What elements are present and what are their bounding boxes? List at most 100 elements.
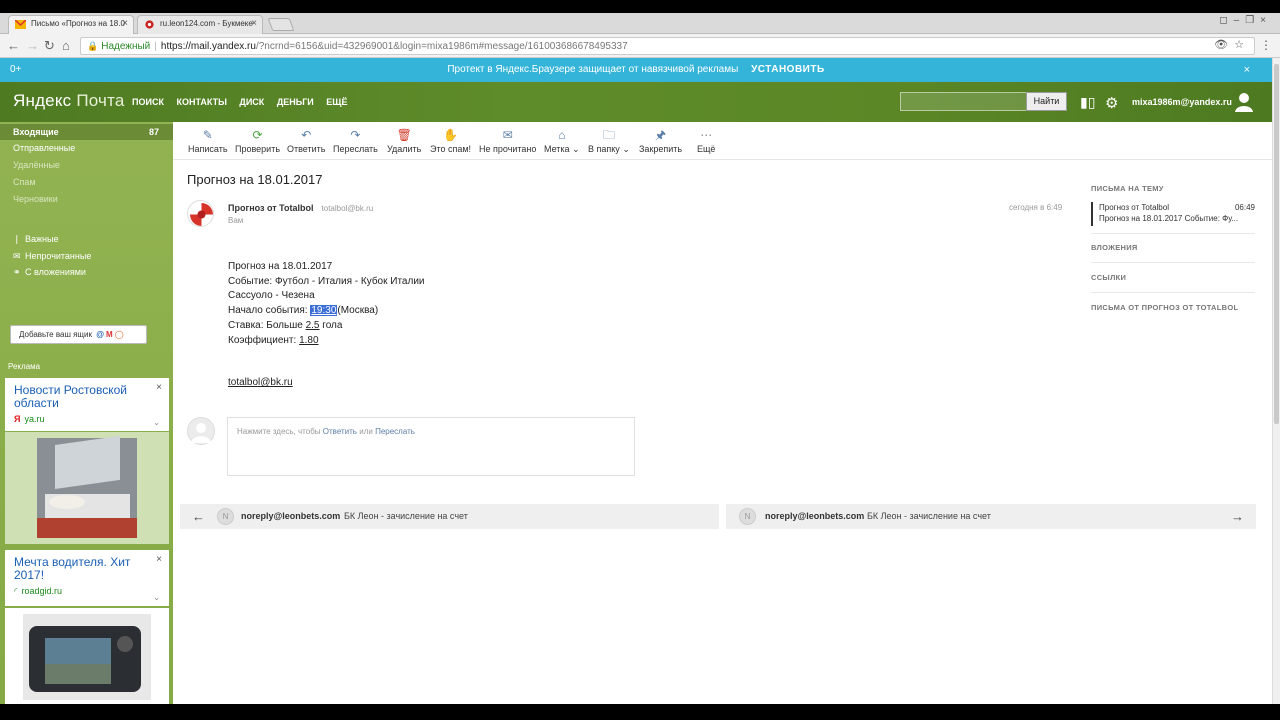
nav-disk[interactable]: ДИСК: [239, 97, 264, 107]
gear-icon[interactable]: ⚙: [1105, 94, 1118, 112]
tab-leon[interactable]: ru.leon124.com - Букмеке ×: [137, 15, 263, 34]
close-icon[interactable]: ×: [156, 554, 162, 565]
tab-yandex-mail[interactable]: Письмо «Прогноз на 18.0 ×: [8, 15, 134, 34]
back-icon[interactable]: ←: [7, 38, 20, 53]
divider: [1091, 292, 1255, 293]
nav-contacts[interactable]: КОНТАКТЫ: [176, 97, 226, 107]
add-mailbox-button[interactable]: Добавьте ваш ящик @ M ◯: [10, 325, 147, 344]
close-icon[interactable]: ×: [156, 382, 162, 393]
filter-attachments[interactable]: ⚭ С вложениями: [13, 267, 86, 278]
reload-icon[interactable]: ↻: [44, 38, 55, 54]
email-link[interactable]: totalbol@bk.ru: [228, 377, 293, 388]
folder-spam[interactable]: Спам: [13, 177, 36, 187]
bookmark-star-icon[interactable]: 👁☆: [1214, 38, 1250, 51]
address-bar: ← → ↻ ⌂ 🔒 Надежный | https://mail.yandex.ru…: [0, 34, 1280, 58]
folder-drafts[interactable]: Черновики: [13, 194, 58, 204]
thread-item[interactable]: Прогноз от Totalbol 06:49 Прогноз на 18.…: [1091, 202, 1255, 226]
nav-search[interactable]: ПОИСК: [132, 97, 164, 107]
sender-logo-icon: N: [739, 508, 756, 525]
user-login[interactable]: mixa1986m@yandex.ru: [1132, 97, 1232, 107]
message-view: ✎ Написать ⟳ Проверить ↶ Ответить ↷ Переслат…: [173, 122, 1272, 704]
links-header[interactable]: ССЫЛКИ: [1091, 273, 1126, 282]
prev-message-bar[interactable]: ← N noreply@leonbets.com БК Леон - зачис…: [180, 504, 719, 529]
delete-button[interactable]: 🗑 Удалить: [387, 128, 421, 154]
chevron-down-icon[interactable]: ⌄: [153, 418, 160, 427]
user-avatar-icon[interactable]: [1234, 91, 1254, 113]
ad-title[interactable]: Новости Ростовской области: [14, 384, 160, 410]
nav-more[interactable]: ЕЩЁ: [326, 97, 347, 107]
user-silhouette-icon: [191, 423, 211, 443]
home-icon[interactable]: ⌂: [62, 38, 70, 53]
mail-header: Яндекс Почта ПОИСК КОНТАКТЫ ДИСК ДЕНЬГИ …: [0, 82, 1272, 122]
ad-image[interactable]: [5, 608, 169, 704]
url-field[interactable]: 🔒 Надежный | https://mail.yandex.ru/?ncrnd=…: [80, 37, 1255, 55]
reply-icon: ↶: [301, 128, 312, 142]
from-sender-header[interactable]: ПИСЬМА ОТ ПРОГНОЗ ОТ TOTALBOL: [1091, 303, 1238, 312]
search-input[interactable]: [900, 92, 1027, 111]
hand-icon: ✋: [443, 128, 458, 142]
divider: [1091, 262, 1255, 263]
sender-avatar[interactable]: [187, 200, 214, 227]
quick-reply-box[interactable]: Нажмите здесь, чтобы Ответить или Пересл…: [227, 417, 635, 476]
reply-link[interactable]: Ответить: [323, 427, 357, 436]
logo[interactable]: Яндекс Почта: [13, 91, 125, 111]
mailru-icon: ◯: [114, 330, 124, 339]
scroll-thumb[interactable]: [1274, 64, 1279, 424]
forward-icon[interactable]: →: [26, 38, 39, 53]
flag-icon: ❘: [13, 234, 21, 244]
chevron-down-icon: ⌄: [572, 144, 580, 154]
yandex-icon: Я: [14, 414, 21, 424]
attachments-header[interactable]: ВЛОЖЕНИЯ: [1091, 243, 1138, 252]
close-tab-icon[interactable]: ×: [122, 18, 128, 29]
new-tab-button[interactable]: [267, 18, 295, 31]
ball-favicon-icon: [145, 20, 154, 29]
ad-card[interactable]: Мечта водителя. Хит 2017! ◜ roadgid.ru × …: [5, 550, 169, 606]
find-button[interactable]: Найти: [1026, 92, 1067, 111]
ad-card[interactable]: Новости Ростовской области Яya.ru × ⌄: [5, 378, 169, 431]
recipient: Вам: [228, 216, 244, 225]
install-link[interactable]: УСТАНОВИТЬ: [751, 64, 825, 75]
prev-sender: noreply@leonbets.com: [241, 511, 341, 521]
promo-text: Протект в Яндекс.Браузере защищает от на…: [447, 64, 739, 75]
body-line: Прогноз на 18.01.2017: [228, 261, 333, 272]
check-mail-button[interactable]: ⟳ Проверить: [235, 128, 280, 154]
more-button[interactable]: ⋯ Ещё: [697, 128, 715, 154]
filter-unread[interactable]: ✉ Непрочитанные: [13, 251, 91, 262]
next-message-bar[interactable]: N noreply@leonbets.com БК Леон - зачисле…: [726, 504, 1256, 529]
page-scrollbar[interactable]: [1272, 58, 1280, 704]
label-button[interactable]: ⌂ Метка ⌄: [544, 128, 580, 155]
event-time[interactable]: 19:30: [310, 305, 338, 317]
window-controls[interactable]: ◻–❐×: [1219, 15, 1272, 26]
bet-value: 2.5: [305, 319, 320, 331]
sender-name[interactable]: Прогноз от Totalbol totalbol@bk.ru: [228, 203, 373, 213]
chevron-down-icon[interactable]: ⌄: [153, 593, 160, 602]
layout-icon[interactable]: ▮▯: [1080, 94, 1095, 111]
folder-sent[interactable]: Отправленные: [13, 143, 75, 153]
folder-inbox[interactable]: Входящие 87: [0, 124, 173, 140]
browser-menu-icon[interactable]: ⋮: [1260, 38, 1272, 52]
arrow-right-icon: →: [1231, 509, 1244, 524]
close-icon[interactable]: ×: [1244, 58, 1250, 82]
url-path: /?ncrnd=6156&uid=432969001&login=mixa198…: [255, 41, 628, 52]
filter-important[interactable]: ❘ Важные: [13, 234, 58, 245]
forward-button[interactable]: ↷ Переслать: [333, 128, 378, 154]
at-icon: @: [96, 330, 105, 339]
mark-unread-button[interactable]: ✉ Не прочитано: [479, 128, 536, 154]
close-tab-icon[interactable]: ×: [251, 18, 257, 29]
move-to-folder-button[interactable]: 🗀 В папку ⌄: [588, 128, 630, 155]
body-line: Коэффициент: 1.80: [228, 334, 319, 346]
nav-money[interactable]: ДЕНЬГИ: [277, 97, 314, 107]
forward-icon: ↷: [350, 128, 361, 142]
ad-image[interactable]: [5, 432, 169, 544]
folder-deleted[interactable]: Удалённые: [13, 160, 60, 170]
thread-header: ПИСЬМА НА ТЕМУ: [1091, 184, 1164, 193]
ad-title[interactable]: Мечта водителя. Хит 2017!: [14, 556, 160, 582]
pin-button[interactable]: 🖈 Закрепить: [639, 128, 682, 154]
spam-button[interactable]: ✋ Это спам!: [430, 128, 471, 154]
reply-button[interactable]: ↶ Ответить: [287, 128, 325, 154]
forward-link[interactable]: Переслать: [375, 427, 415, 436]
tab-title: Письмо «Прогноз на 18.0: [31, 19, 125, 28]
body-line: Сассуоло - Чезена: [228, 290, 315, 302]
compose-button[interactable]: ✎ Написать: [188, 128, 228, 154]
my-avatar: [187, 417, 215, 445]
